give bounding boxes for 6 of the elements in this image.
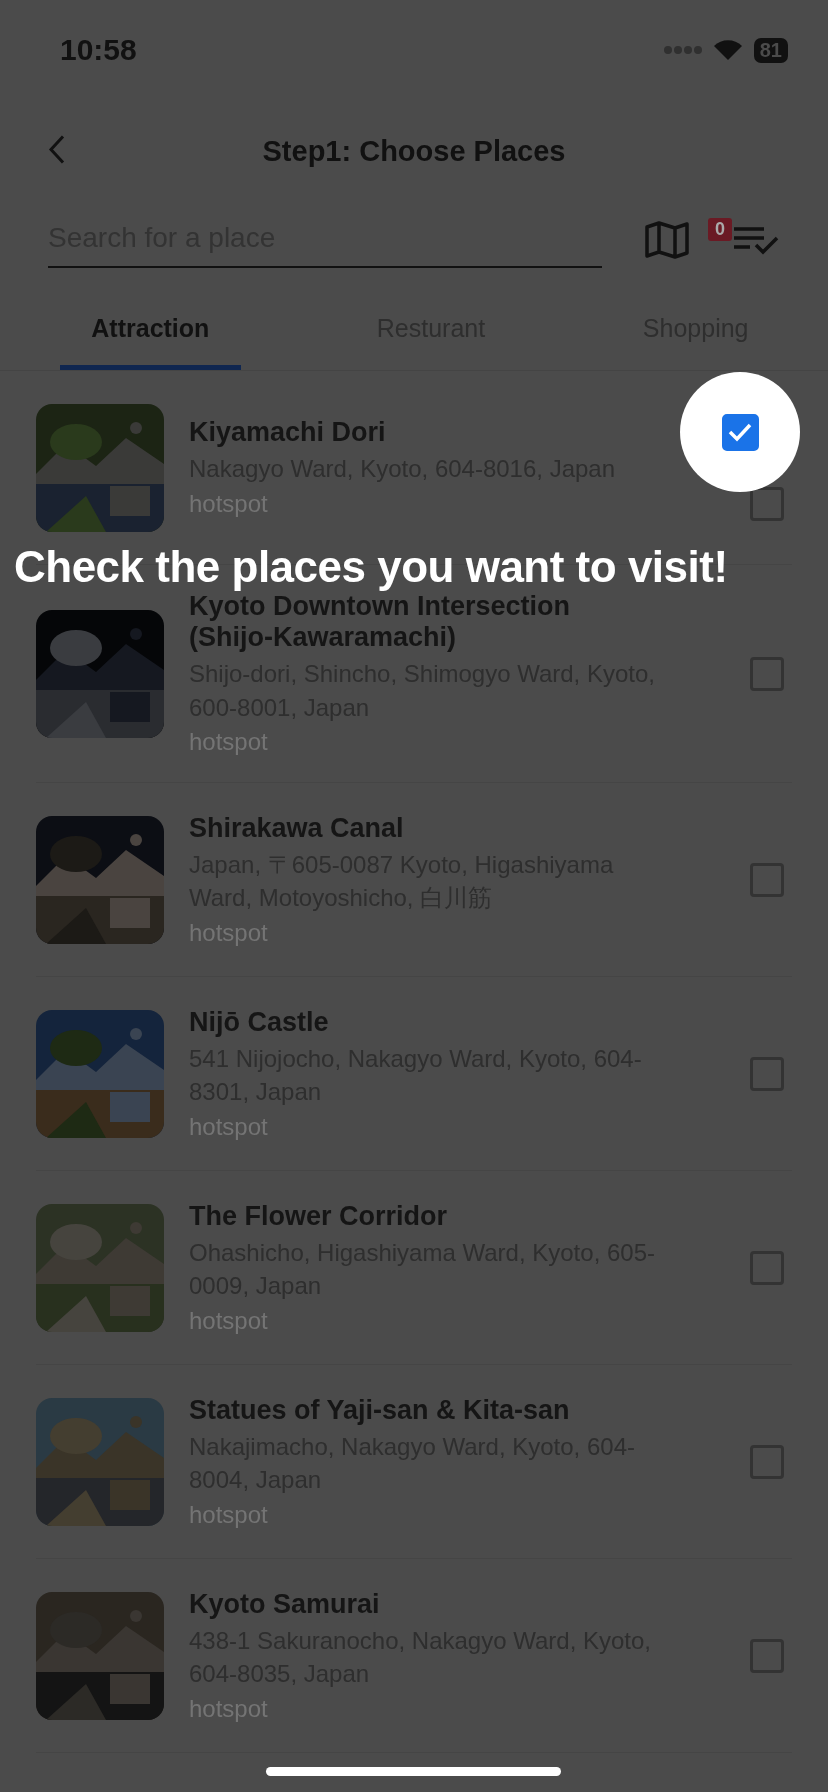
tutorial-message: Check the places you want to visit! [14, 542, 728, 592]
category-tab[interactable]: Attraction [60, 302, 241, 370]
status-time: 10:58 [60, 33, 137, 67]
battery-level: 81 [753, 37, 788, 63]
count-badge: 0 [708, 218, 732, 241]
page-title: Step1: Choose Places [262, 134, 566, 168]
